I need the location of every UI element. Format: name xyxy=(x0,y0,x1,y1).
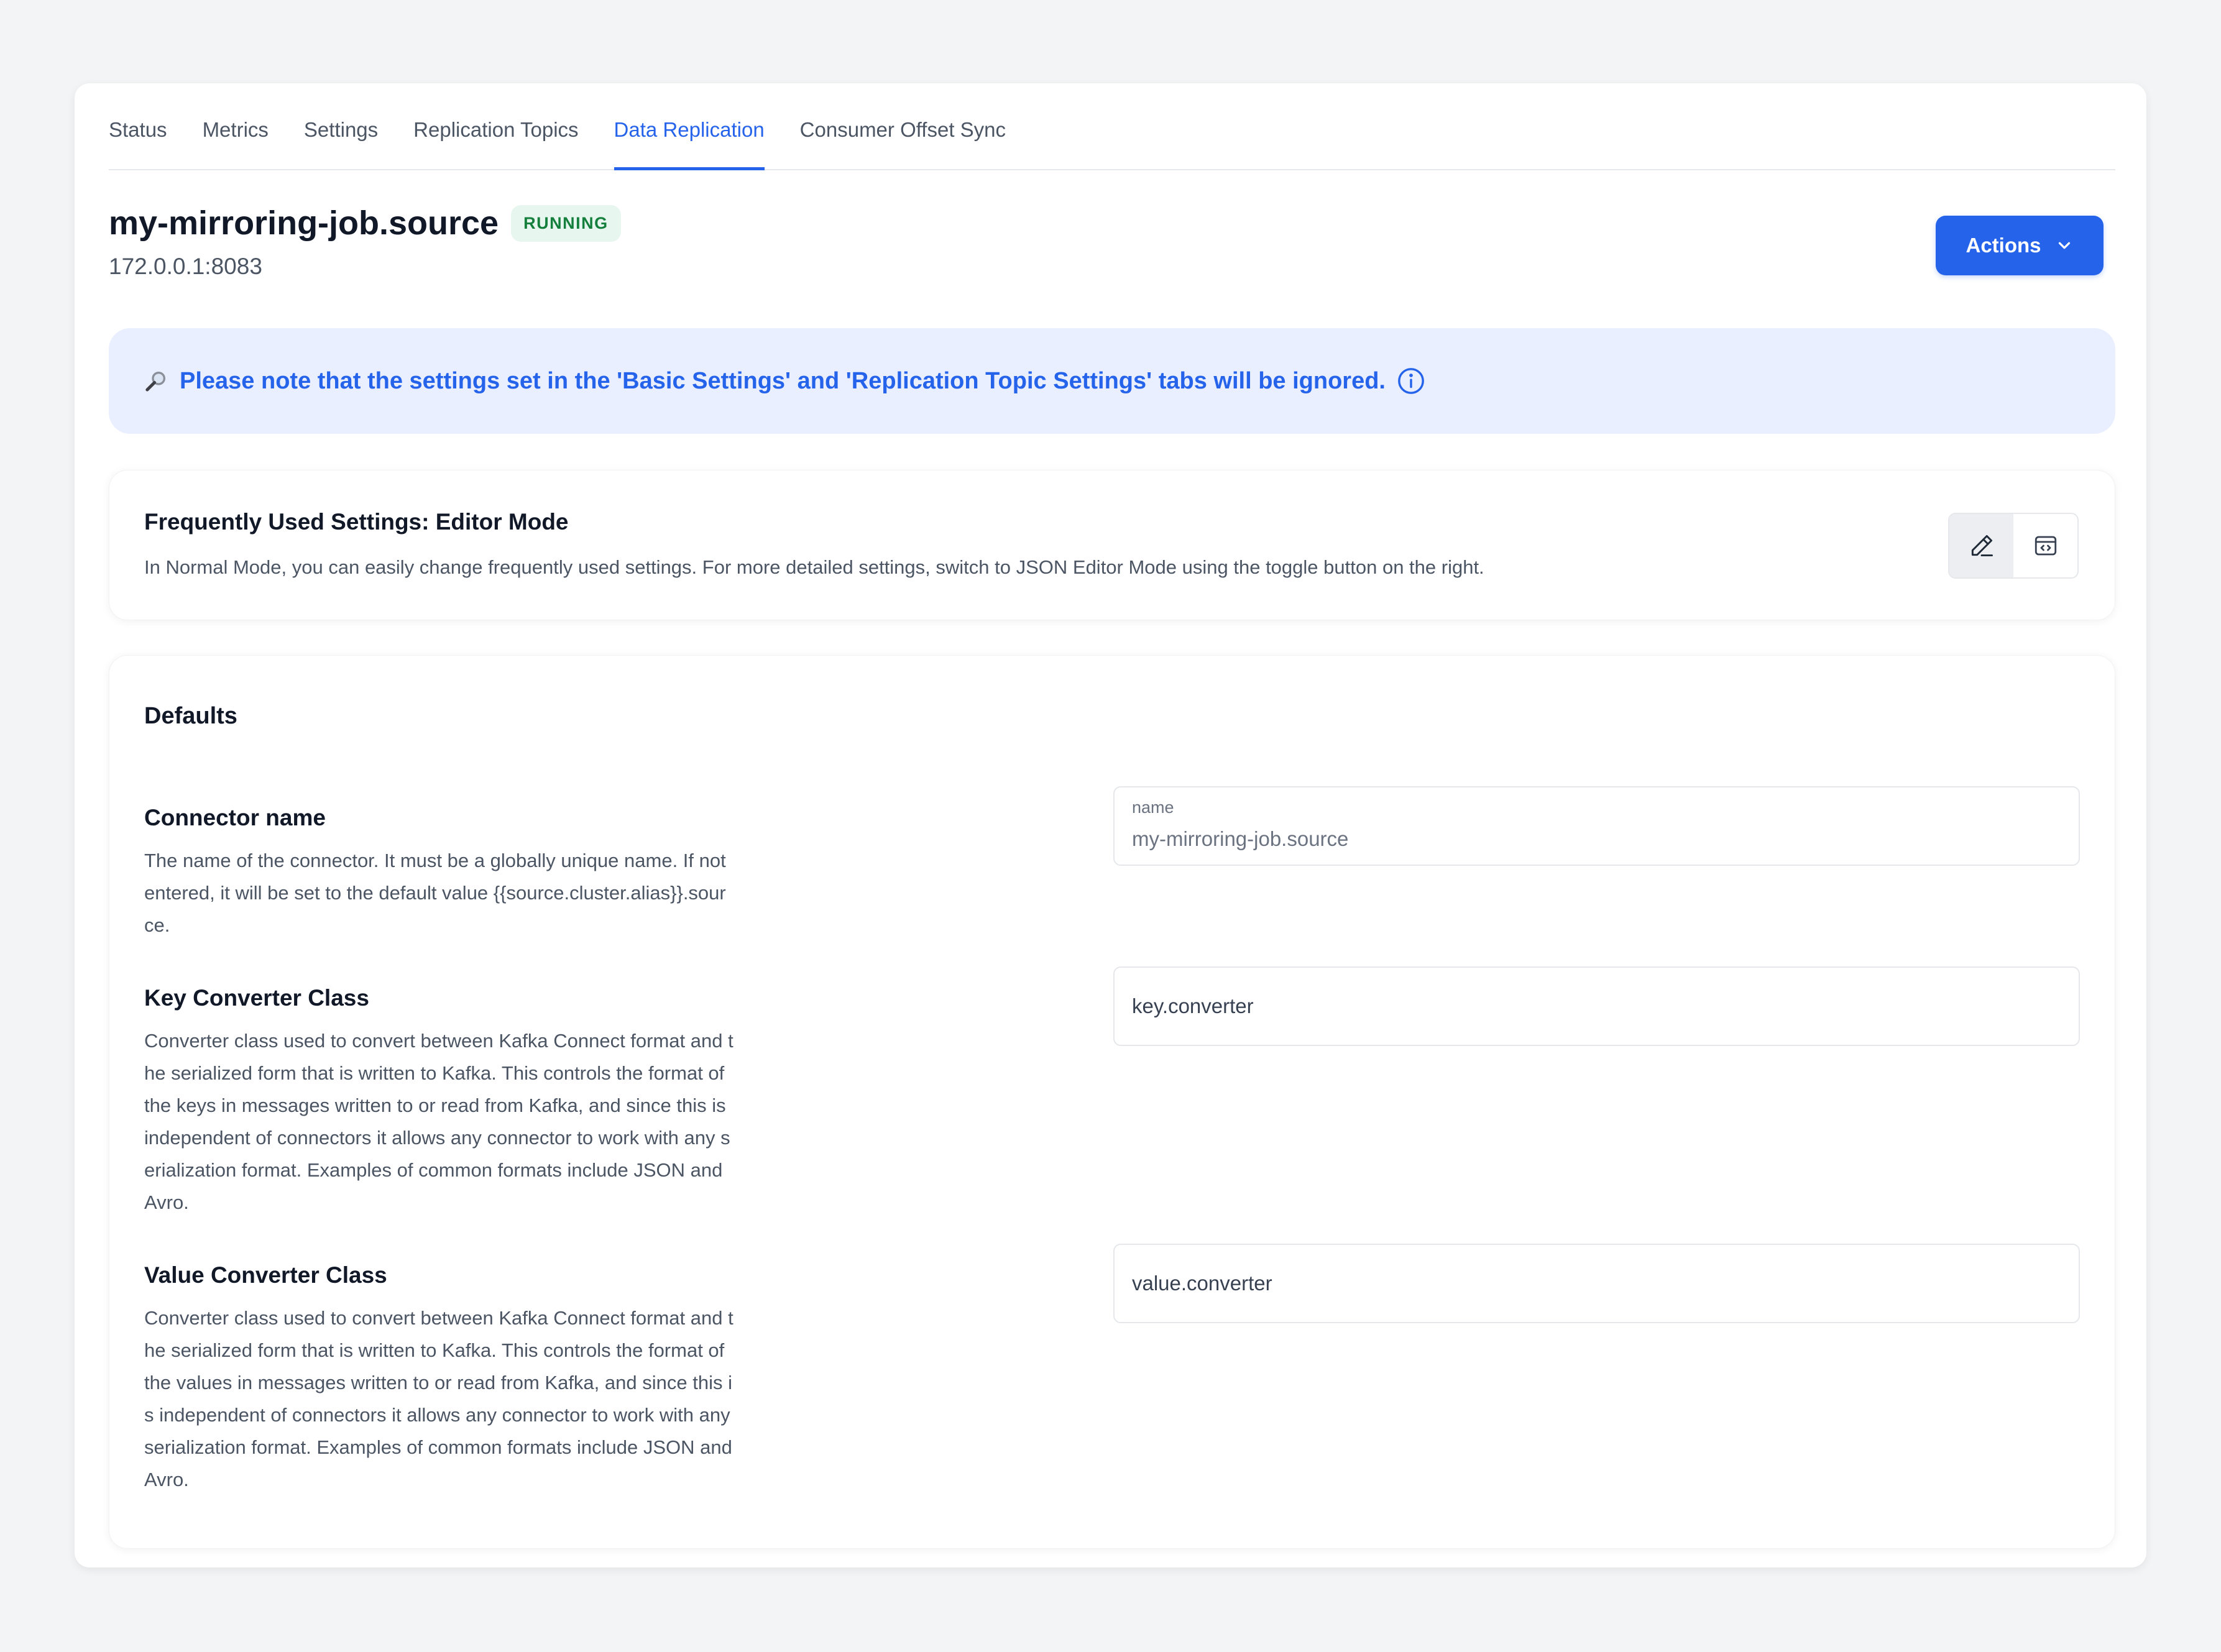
input-placeholder: key.converter xyxy=(1132,994,1254,1017)
tab-consumer-offset-sync[interactable]: Consumer Offset Sync xyxy=(800,118,1006,170)
actions-button[interactable]: Actions xyxy=(1936,216,2104,275)
defaults-panel: Defaults Connector name The name of the … xyxy=(109,655,2115,1549)
tab-data-replication[interactable]: Data Replication xyxy=(614,118,765,170)
json-editor-mode-button[interactable] xyxy=(2013,514,2077,577)
tab-status[interactable]: Status xyxy=(109,118,167,170)
value-converter-input[interactable]: value.converter xyxy=(1113,1244,2080,1323)
ignored-settings-notice: Please note that the settings set in the… xyxy=(109,328,2115,434)
status-badge: RUNNING xyxy=(511,204,621,242)
input-value: my-mirroring-job.source xyxy=(1132,827,1349,850)
page-title: my-mirroring-job.source xyxy=(109,204,499,242)
title-row: my-mirroring-job.source RUNNING xyxy=(109,204,2115,242)
input-placeholder: value.converter xyxy=(1132,1272,1272,1295)
tab-metrics[interactable]: Metrics xyxy=(203,118,269,170)
page-header: my-mirroring-job.source RUNNING 172.0.0.… xyxy=(109,204,2115,291)
field-description: The name of the connector. It must be a … xyxy=(144,850,726,936)
field-description: Converter class used to convert between … xyxy=(144,1030,733,1213)
connector-name-input[interactable]: name my-mirroring-job.source xyxy=(1113,786,2080,866)
editor-mode-toggle xyxy=(1948,513,2079,579)
editor-mode-description: In Normal Mode, you can easily change fr… xyxy=(144,556,1484,578)
chevron-down-icon xyxy=(2058,242,2070,249)
tab-replication-topics[interactable]: Replication Topics xyxy=(413,118,578,170)
input-floating-label: name xyxy=(1132,798,1174,817)
pencil-icon xyxy=(1971,535,1993,557)
key-converter-input[interactable]: key.converter xyxy=(1113,966,2080,1046)
normal-mode-button[interactable] xyxy=(1949,514,2013,577)
magnifier-icon xyxy=(145,372,165,392)
value-converter-field: Value Converter Class Converter class us… xyxy=(144,1244,2080,1496)
info-icon[interactable] xyxy=(1397,367,1425,395)
key-converter-field: Key Converter Class Converter class used… xyxy=(144,966,2080,1219)
editor-mode-title: Frequently Used Settings: Editor Mode xyxy=(144,509,569,535)
defaults-title: Defaults xyxy=(144,703,237,729)
notice-text: Please note that the settings set in the… xyxy=(180,367,1386,394)
tab-bar: Status Metrics Settings Replication Topi… xyxy=(109,83,2115,170)
editor-mode-panel: Frequently Used Settings: Editor Mode In… xyxy=(109,470,2115,620)
card-inner: Status Metrics Settings Replication Topi… xyxy=(109,83,2115,1567)
actions-button-label: Actions xyxy=(1966,234,2041,257)
tab-settings[interactable]: Settings xyxy=(304,118,378,170)
field-description: Converter class used to convert between … xyxy=(144,1307,733,1490)
code-window-icon xyxy=(2035,536,2056,556)
main-card: Status Metrics Settings Replication Topi… xyxy=(75,83,2146,1567)
connector-address: 172.0.0.1:8083 xyxy=(109,254,262,279)
connector-name-field: Connector name The name of the connector… xyxy=(144,786,2080,942)
